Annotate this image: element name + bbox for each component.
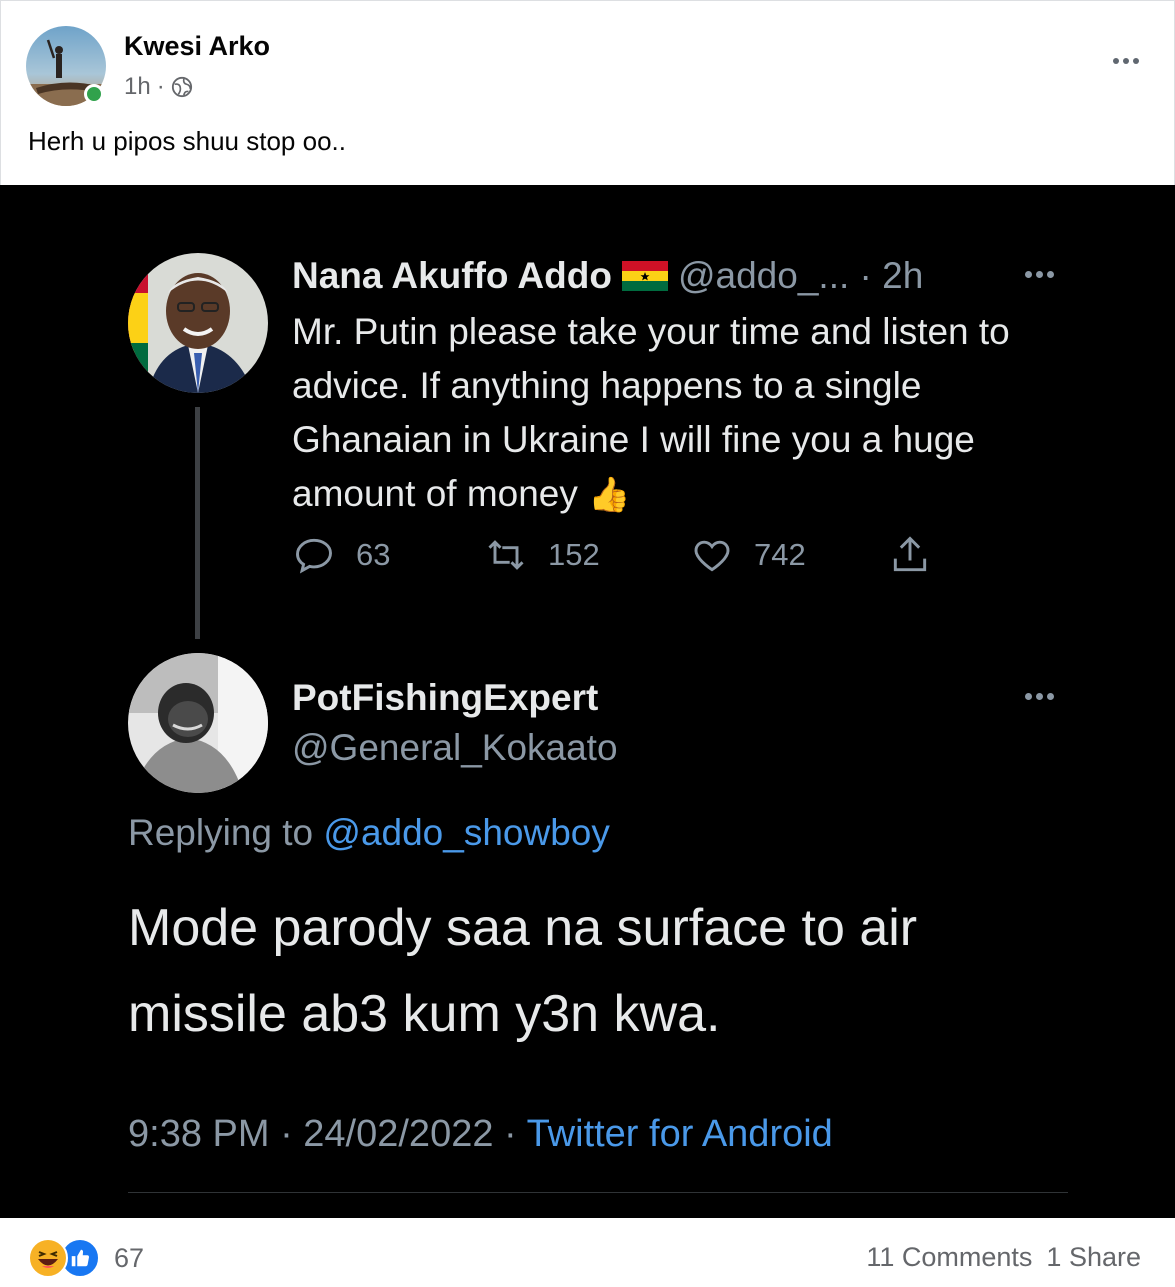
share-action — [888, 533, 932, 577]
replying-prefix: Replying to — [128, 812, 314, 853]
thumbs-up-emoji: 👍 — [588, 476, 631, 514]
replying-mention: @addo_showboy — [323, 812, 610, 853]
meta-separator: · — [156, 73, 165, 100]
tweet-text: Mr. Putin please take your time and list… — [292, 305, 1092, 522]
tweet-body: Mr. Putin please take your time and list… — [292, 311, 1010, 514]
dot — [1123, 58, 1129, 64]
tweet-handle-time: @addo_... · 2h — [677, 255, 924, 296]
more-options-button[interactable] — [1106, 43, 1146, 79]
tweet-author-avatar — [128, 253, 268, 393]
dot — [1047, 271, 1054, 278]
haha-reaction-icon — [28, 1238, 68, 1278]
post-header: Kwesi Arko 1h · Herh u pipos shuu stop o… — [0, 0, 1175, 185]
ghana-flag-icon — [621, 261, 668, 291]
dot — [1047, 693, 1054, 700]
reply-text: Mode parody saa na surface to air missil… — [128, 899, 918, 1043]
tweet-author-name: Nana Akuffo Addo — [292, 255, 612, 296]
reply-author-handle: @General_Kokaato — [292, 727, 618, 768]
reaction-count: 67 — [114, 1242, 145, 1273]
retweet-count: 152 — [548, 537, 600, 572]
reply-icon — [296, 538, 332, 574]
author-name[interactable]: Kwesi Arko — [124, 31, 270, 62]
like-count: 742 — [754, 537, 806, 572]
globe-icon — [171, 76, 192, 98]
share-icon — [893, 536, 927, 572]
tweet-screenshot[interactable]: Nana Akuffo Addo @addo_... · 2h Mr. Puti… — [0, 185, 1175, 1218]
dot — [1133, 58, 1139, 64]
tweet-divider — [128, 1192, 1068, 1193]
comments-link[interactable]: 11 Comments — [866, 1242, 1032, 1273]
tweet-author-line: Nana Akuffo Addo @addo_... · 2h — [292, 255, 923, 297]
reply-meta: 9:38 PM · 24/02/2022 · Twitter for Andro… — [128, 1113, 833, 1156]
post-caption: Herh u pipos shuu stop oo.. — [28, 126, 346, 156]
retweet-icon — [488, 540, 524, 570]
reply-count: 63 — [356, 537, 391, 572]
like-action: 742 — [690, 533, 806, 577]
replying-to: Replying to @addo_showboy — [128, 812, 610, 854]
engagement-summary: 11 Comments 1 Share — [866, 1242, 1141, 1273]
shares-link[interactable]: 1 Share — [1046, 1242, 1141, 1273]
dot — [1113, 58, 1119, 64]
thread-line — [195, 407, 200, 639]
tweet-more-icon — [1025, 271, 1054, 278]
reply-more-icon — [1025, 693, 1054, 700]
heart-icon — [694, 540, 730, 572]
post-footer: 67 11 Comments 1 Share — [0, 1218, 1175, 1287]
reply-source: Twitter for Android — [526, 1113, 833, 1155]
dot — [1025, 693, 1032, 700]
reactions-summary[interactable]: 67 — [28, 1238, 144, 1278]
post-meta: 1h · — [124, 73, 193, 101]
reply-datetime: 9:38 PM · 24/02/2022 · — [128, 1113, 517, 1155]
dot — [1025, 271, 1032, 278]
author-avatar[interactable] — [26, 26, 106, 106]
tweet-actions: 63 152 742 — [292, 533, 992, 583]
reply-action: 63 — [292, 533, 390, 577]
post-time[interactable]: 1h — [124, 73, 151, 101]
retweet-action: 152 — [484, 533, 600, 577]
online-status-dot — [84, 84, 104, 104]
dot — [1036, 271, 1043, 278]
reply-author-avatar — [128, 653, 268, 793]
reply-author-name: PotFishingExpert — [292, 677, 599, 718]
dot — [1036, 693, 1043, 700]
